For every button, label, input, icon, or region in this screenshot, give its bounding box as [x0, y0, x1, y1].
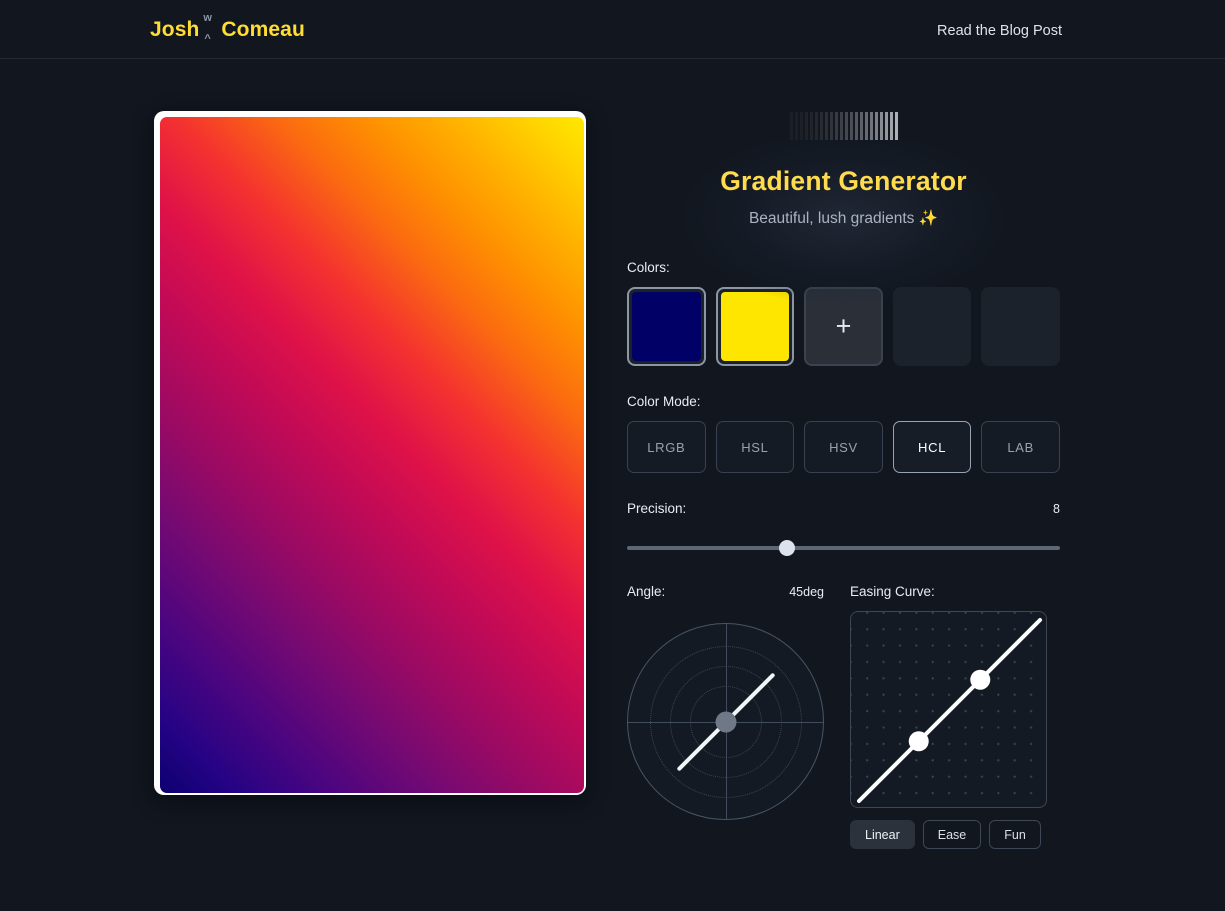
color-mode-section: Color Mode: LRGB HSL HSV HCL LAB — [627, 394, 1060, 473]
gradient-bar — [864, 112, 868, 140]
easing-label: Easing Curve: — [850, 584, 935, 599]
color-swatch-1[interactable] — [627, 287, 706, 366]
site-header: Josh w ^ Comeau Read the Blog Post — [0, 0, 1225, 59]
logo-mark-icon: w ^ — [199, 12, 221, 45]
gradient-bar — [884, 112, 888, 140]
easing-curve-graph — [857, 618, 1042, 803]
gradient-bar — [814, 112, 818, 140]
color-swatch-2[interactable] — [715, 287, 795, 366]
gradient-bars-decoration — [627, 112, 1060, 140]
angle-header: Angle: 45deg — [627, 584, 824, 611]
gradient-bar — [809, 112, 813, 140]
logo-mark-top-glyph: w — [203, 12, 213, 24]
hero-block: Gradient Generator Beautiful, lush gradi… — [627, 60, 1060, 305]
easing-preset-buttons: Linear Ease Fun — [850, 820, 1047, 849]
gradient-bar — [839, 112, 843, 140]
gradient-bar — [849, 112, 853, 140]
read-blog-post-link[interactable]: Read the Blog Post — [937, 23, 1062, 39]
bottom-controls: Angle: 45deg Easing Curve: Linear Ease F… — [627, 584, 1060, 849]
gradient-bar — [859, 112, 863, 140]
page-title: Gradient Generator — [720, 166, 967, 196]
gradient-bar — [879, 112, 883, 140]
color-mode-lab[interactable]: LAB — [981, 421, 1060, 473]
precision-slider-thumb[interactable] — [779, 540, 796, 556]
precision-header: Precision: 8 — [627, 501, 1060, 528]
color-mode-lrgb[interactable]: LRGB — [627, 421, 706, 473]
precision-slider[interactable] — [627, 540, 1060, 556]
color-mode-row: LRGB HSL HSV HCL LAB — [627, 421, 1060, 473]
empty-color-slot — [892, 287, 972, 366]
easing-section: Easing Curve: Linear Ease Fun — [850, 584, 1047, 849]
colors-row: + — [627, 287, 1060, 366]
page-subtitle: Beautiful, lush gradients ✨ — [748, 210, 939, 227]
gradient-bar — [804, 112, 808, 140]
add-color-button[interactable]: + — [804, 287, 883, 366]
easing-control-point-2[interactable] — [970, 669, 991, 690]
precision-label: Precision: — [627, 501, 687, 516]
gradient-bar — [894, 112, 898, 140]
logo-text-last: Comeau — [221, 18, 305, 41]
logo-text-first: Josh — [150, 18, 200, 41]
angle-dial-hub[interactable] — [715, 711, 736, 732]
gradient-bar — [819, 112, 823, 140]
gradient-bar — [889, 112, 893, 140]
site-logo[interactable]: Josh w ^ Comeau — [150, 12, 305, 45]
angle-section: Angle: 45deg — [627, 584, 824, 849]
gradient-bar — [834, 112, 838, 140]
gradient-preview — [160, 117, 584, 793]
empty-color-slot — [981, 287, 1060, 366]
gradient-bar — [874, 112, 878, 140]
gradient-bar — [829, 112, 833, 140]
easing-preset-fun[interactable]: Fun — [989, 820, 1041, 849]
precision-value: 8 — [1053, 502, 1060, 516]
angle-value: 45deg — [789, 585, 824, 599]
easing-curve-line — [857, 618, 1042, 803]
angle-dial[interactable] — [627, 623, 824, 820]
gradient-preview-card — [154, 111, 586, 795]
color-mode-hsl[interactable]: HSL — [715, 421, 795, 473]
gradient-bar — [824, 112, 828, 140]
gradient-bar — [854, 112, 858, 140]
gradient-bar — [799, 112, 803, 140]
easing-curve-editor[interactable] — [850, 611, 1047, 808]
color-mode-label: Color Mode: — [627, 394, 701, 409]
easing-preset-ease[interactable]: Ease — [922, 820, 982, 849]
gradient-bar — [789, 112, 793, 140]
colors-section: Colors: + — [627, 260, 1060, 366]
swatch-fill — [720, 292, 790, 361]
color-mode-hsv[interactable]: HSV — [804, 421, 883, 473]
logo-mark-bottom-glyph: ^ — [204, 33, 211, 45]
controls-panel: Gradient Generator Beautiful, lush gradi… — [627, 60, 1060, 849]
main-stage: Gradient Generator Beautiful, lush gradi… — [0, 60, 1225, 911]
swatch-fill — [632, 292, 701, 361]
precision-section: Precision: 8 — [627, 501, 1060, 556]
gradient-bar — [844, 112, 848, 140]
color-mode-hcl[interactable]: HCL — [892, 421, 972, 473]
angle-label: Angle: — [627, 584, 666, 599]
easing-control-point-1[interactable] — [908, 731, 929, 752]
gradient-bar — [869, 112, 873, 140]
gradient-bar — [794, 112, 798, 140]
colors-label: Colors: — [627, 260, 670, 275]
easing-preset-linear[interactable]: Linear — [850, 820, 915, 849]
